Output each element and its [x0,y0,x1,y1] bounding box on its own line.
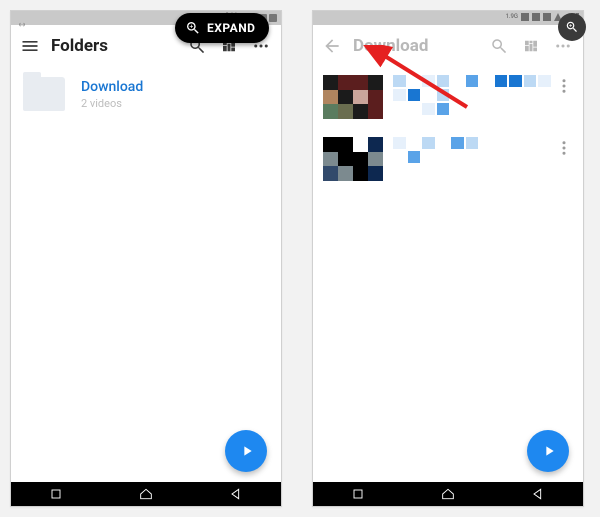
triangle-left-icon [530,486,546,502]
nav-home-button[interactable] [126,486,166,502]
video-item-more-button[interactable] [555,77,573,95]
phone-screenshot-left: 0:14 Folders Download 2 videos [10,10,282,507]
search-icon [490,37,508,55]
zoom-overlay-button[interactable] [558,13,586,41]
phone-screenshot-right: 1.9G Download [312,10,584,507]
arrow-left-icon [322,36,342,56]
cast-icon [521,13,529,21]
play-icon [541,443,557,459]
folder-icon [23,77,65,111]
square-icon [350,486,366,502]
video-item[interactable] [313,129,583,191]
home-outline-icon [440,486,456,502]
triangle-left-icon [228,486,244,502]
nav-recent-button[interactable] [36,486,76,502]
folder-item-download[interactable]: Download 2 videos [11,67,281,121]
expand-overlay-button[interactable]: EXPAND [175,13,269,43]
video-thumbnail [323,137,383,181]
view-grid-icon [522,37,540,55]
status-network-label: 1.9G [506,14,518,20]
broadcast-icon [17,14,27,22]
play-fab-button[interactable] [527,430,569,472]
app-bar-title: Download [353,36,428,56]
nav-back-button[interactable] [518,486,558,502]
app-bar: Download [313,25,583,67]
more-vertical-icon [555,139,573,157]
search-button[interactable] [485,32,513,60]
magnify-plus-icon [565,20,579,34]
magnify-plus-icon [185,20,201,36]
nav-home-button[interactable] [428,486,468,502]
video-list [313,67,583,482]
play-fab-button[interactable] [225,430,267,472]
hamburger-icon [20,36,40,56]
folders-list: Download 2 videos [11,67,281,482]
video-thumbnail [323,75,383,119]
mystery-icon [543,13,551,21]
nfc-icon [532,13,540,21]
back-button[interactable] [317,31,347,61]
view-toggle-button[interactable] [517,32,545,60]
android-nav-bar [313,482,583,506]
nav-recent-button[interactable] [338,486,378,502]
hamburger-menu-button[interactable] [15,31,45,61]
video-item-more-button[interactable] [555,139,573,157]
folder-subtitle: 2 videos [81,97,143,110]
home-outline-icon [138,486,154,502]
video-title-blurred [393,137,551,163]
expand-overlay-label: EXPAND [207,21,255,35]
video-item[interactable] [313,67,583,129]
play-icon [239,443,255,459]
square-icon [48,486,64,502]
more-vertical-icon [555,77,573,95]
android-status-bar: 1.9G [313,11,583,25]
nav-back-button[interactable] [216,486,256,502]
video-title-blurred [393,75,551,115]
folder-name: Download [81,79,143,95]
android-nav-bar [11,482,281,506]
app-bar-title: Folders [51,36,108,56]
